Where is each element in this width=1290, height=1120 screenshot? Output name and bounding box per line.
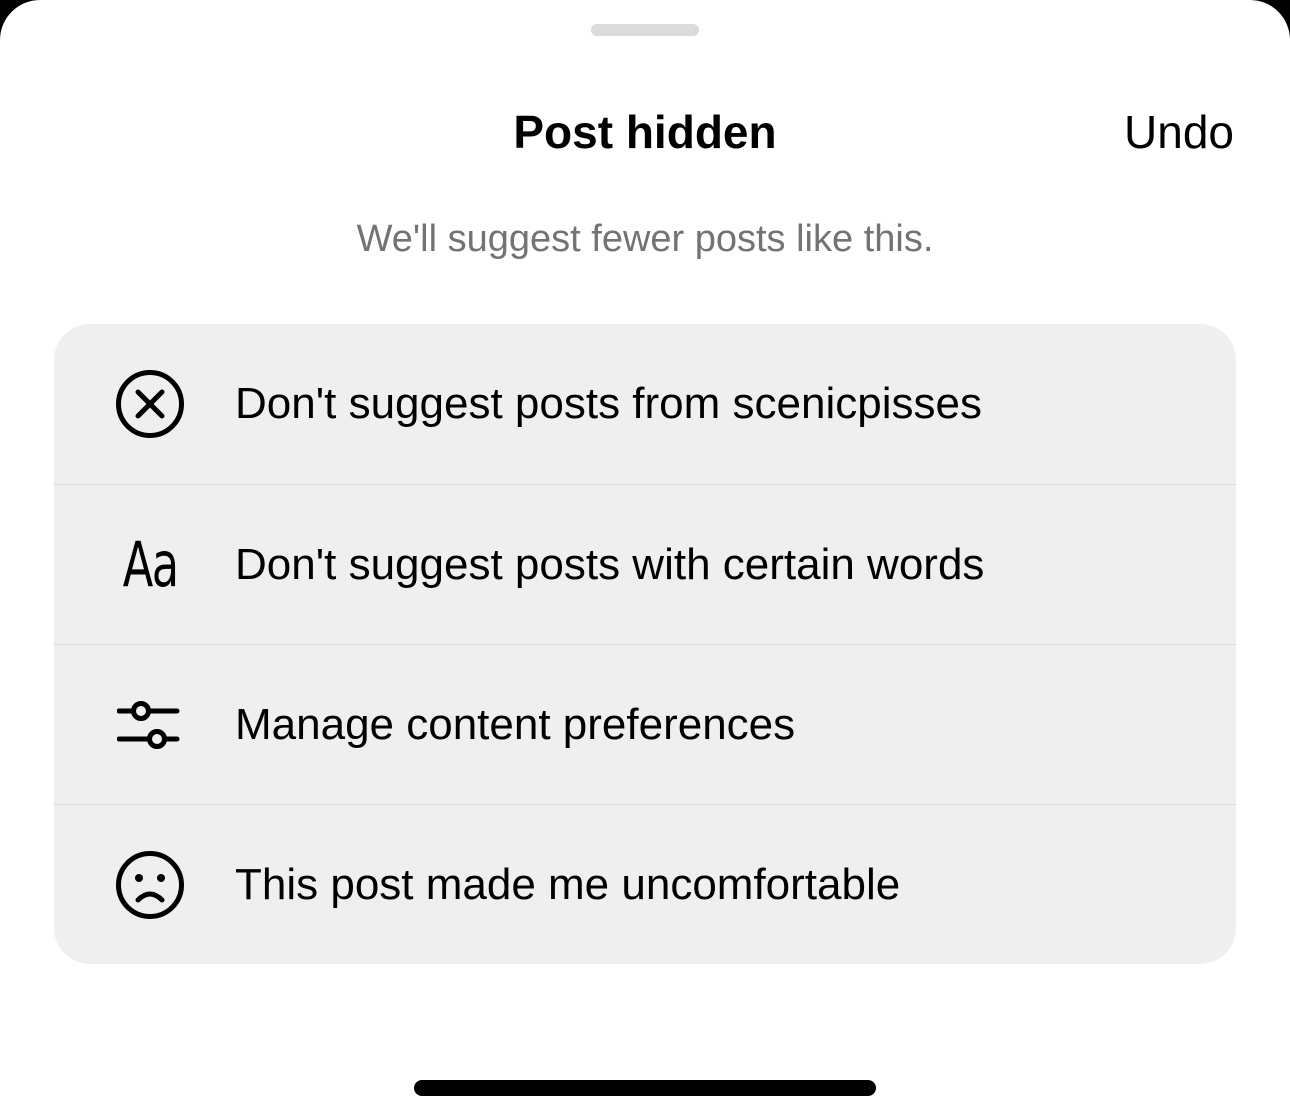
menu-item-label: Manage content preferences: [235, 699, 796, 749]
options-menu: Don't suggest posts from scenicpisses Aa…: [54, 324, 1236, 964]
menu-item-label: This post made me uncomfortable: [235, 859, 901, 909]
menu-item-label: Don't suggest posts from scenicpisses: [235, 379, 982, 428]
sheet-title: Post hidden: [513, 106, 777, 158]
home-indicator[interactable]: [414, 1080, 876, 1096]
sheet-subtitle: We'll suggest fewer posts like this.: [356, 218, 934, 260]
undo-button[interactable]: Undo: [1124, 102, 1234, 162]
menu-item-label: Don't suggest posts with certain words: [235, 539, 985, 589]
text-aa-glyph: Aa: [122, 527, 178, 601]
sliders-icon: [112, 687, 188, 763]
sheet-grabber[interactable]: [591, 24, 699, 36]
bottom-sheet: Post hidden Undo We'll suggest fewer pos…: [0, 0, 1290, 1120]
sad-face-icon: [112, 847, 188, 923]
menu-item-manage-preferences[interactable]: Manage content preferences: [54, 644, 1236, 804]
circle-x-icon: [112, 366, 188, 442]
menu-item-dont-suggest-words[interactable]: Aa Don't suggest posts with certain word…: [54, 484, 1236, 644]
menu-item-dont-suggest-account[interactable]: Don't suggest posts from scenicpisses: [54, 324, 1236, 484]
text-aa-icon: Aa: [112, 527, 188, 603]
menu-item-uncomfortable[interactable]: This post made me uncomfortable: [54, 804, 1236, 964]
